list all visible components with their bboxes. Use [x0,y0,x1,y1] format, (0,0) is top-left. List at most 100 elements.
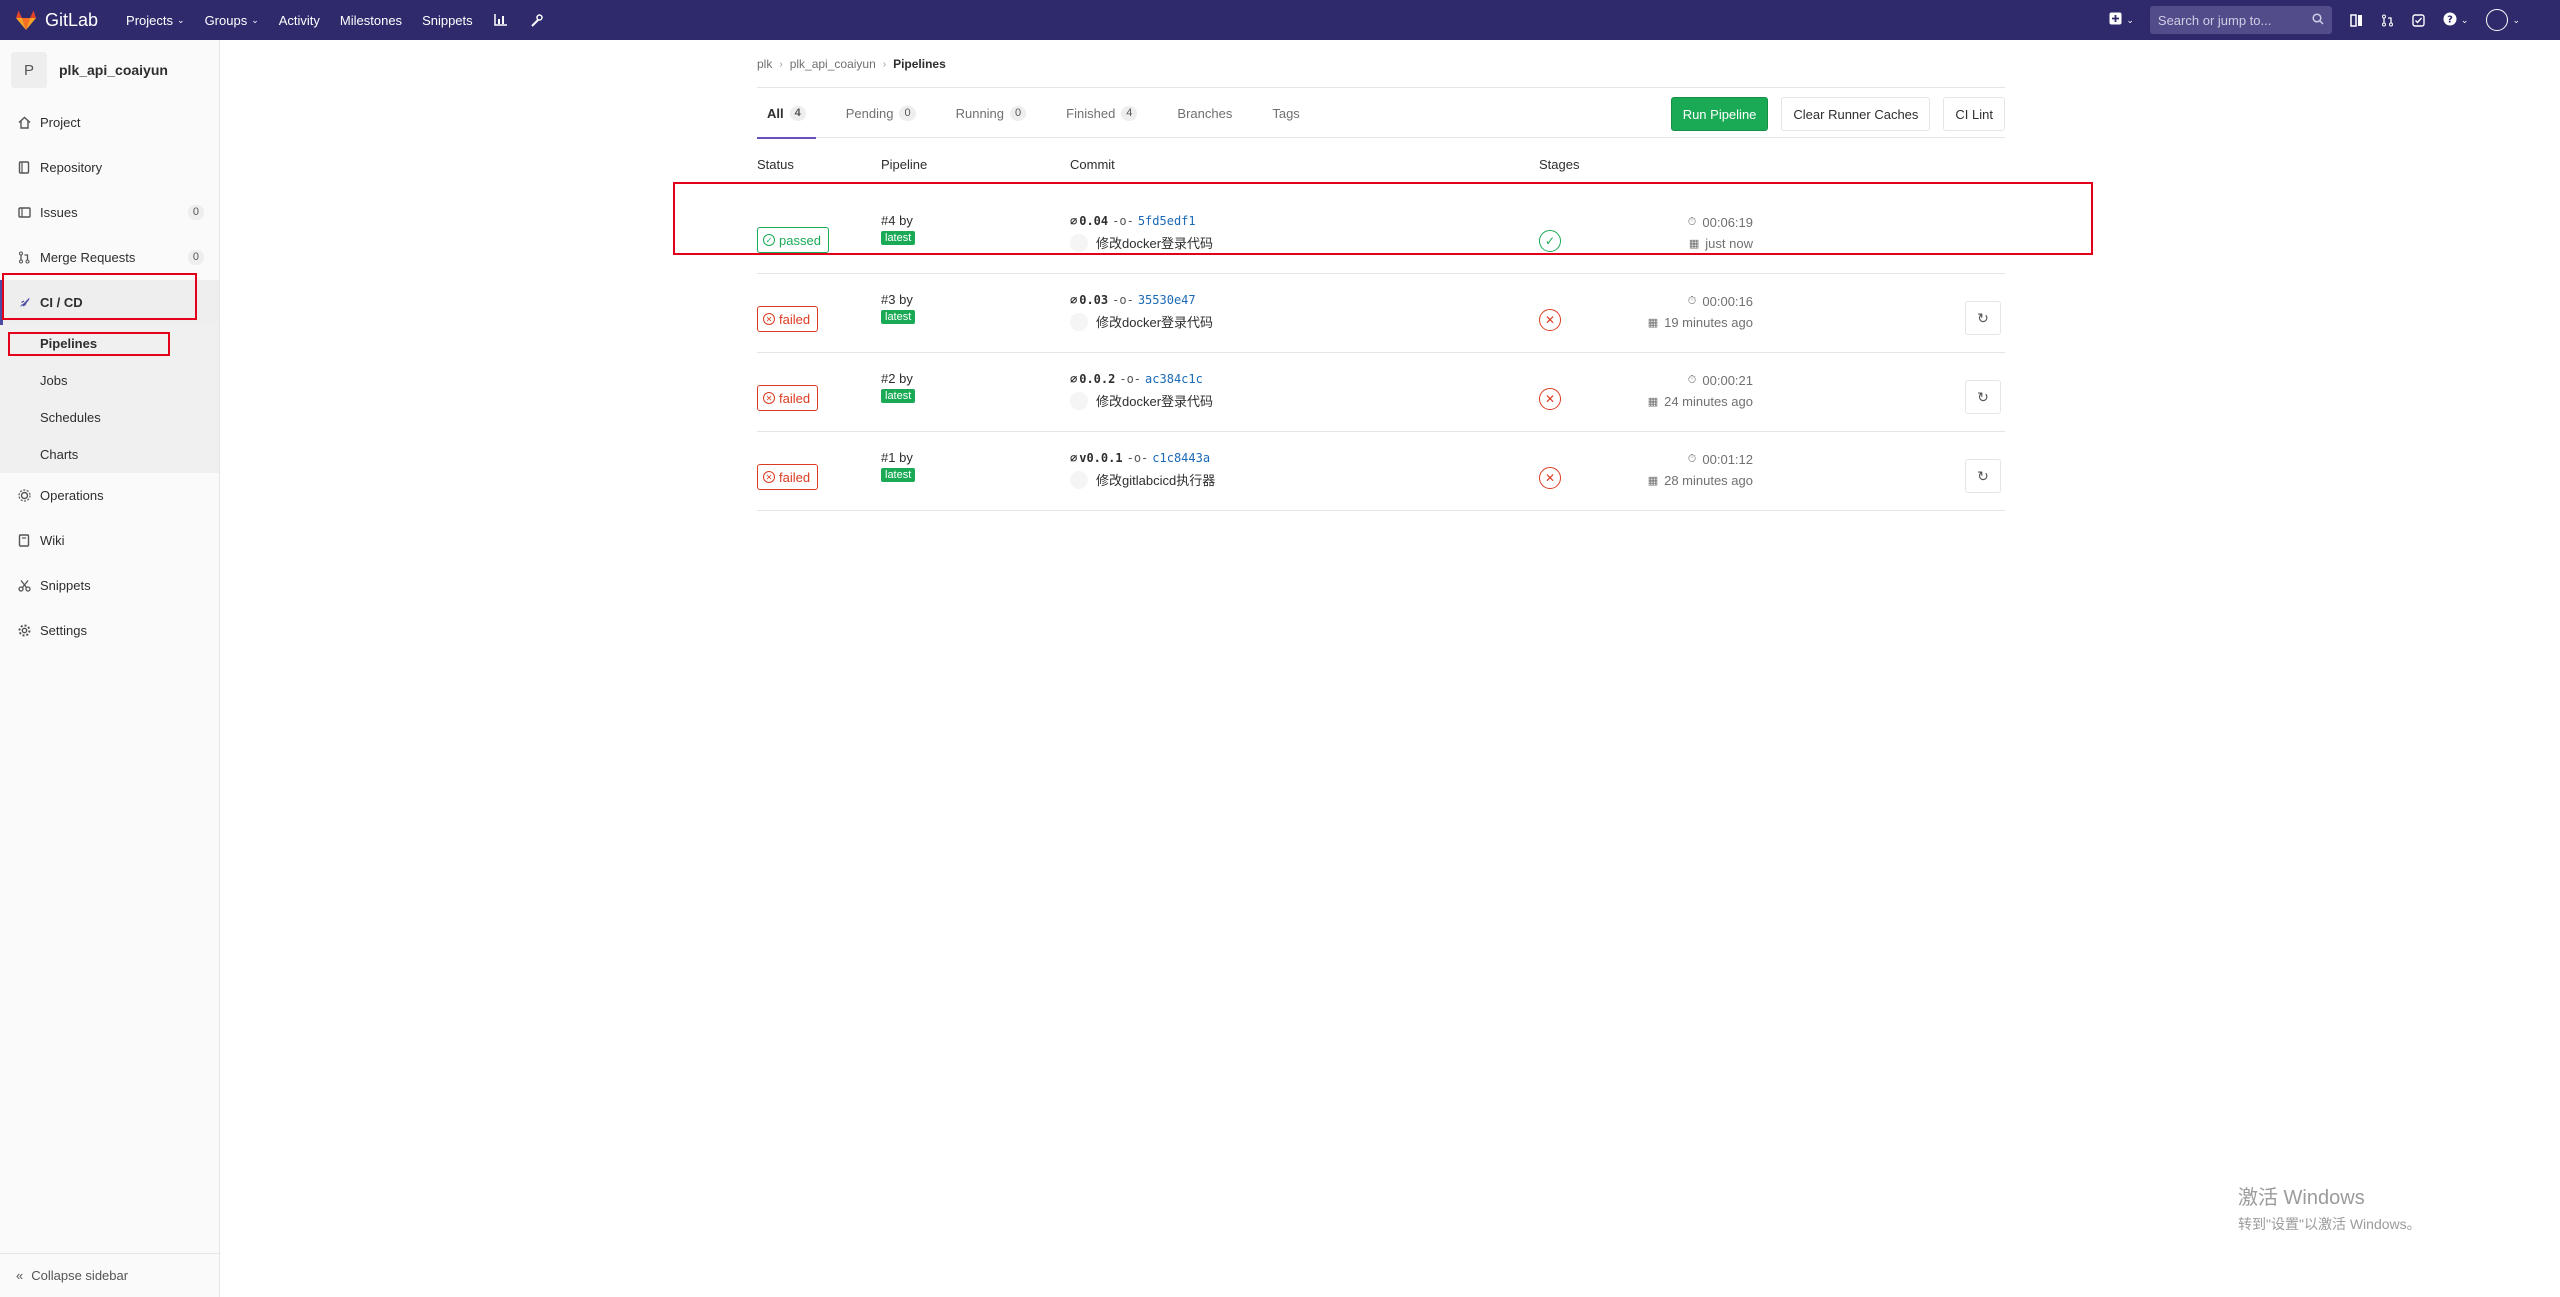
ref-name[interactable]: 0.04 [1079,214,1108,228]
nav-projects[interactable]: Projects ⌄ [126,13,185,28]
commit-sha[interactable]: c1c8443a [1152,451,1210,465]
issues-nav-icon[interactable] [2350,13,2363,27]
windows-activation-watermark: 激活 Windows 转到"设置"以激活 Windows。 [2238,1181,2421,1234]
nav-groups[interactable]: Groups ⌄ [205,13,259,28]
project-name: plk_api_coaiyun [59,62,168,78]
main-content: plk › plk_api_coaiyun › Pipelines All 4 P… [221,40,2560,1297]
tab-pending[interactable]: Pending 0 [836,88,926,138]
sidebar-item-settings[interactable]: Settings [0,608,219,653]
table-row: ✕ failed #1 by latest ⌀ v0.0.1 -o- c1c844… [757,432,2005,511]
ci-lint-button[interactable]: CI Lint [1943,97,2005,131]
chevron-down-icon: ⌄ [2126,14,2134,25]
stage-status-icon[interactable]: ✓ [1539,230,1561,252]
tab-running[interactable]: Running 0 [946,88,1037,138]
sidebar-subitem-jobs[interactable]: Jobs [0,362,219,399]
tab-count-badge: 0 [899,105,916,121]
search-input[interactable]: Search or jump to... [2149,6,2332,34]
latest-badge: latest [881,310,916,324]
pipeline-id[interactable]: #2 by [881,371,913,386]
tab-tags[interactable]: Tags [1262,88,1309,138]
commit-sha[interactable]: 5fd5edf1 [1138,214,1196,228]
project-sidebar: P plk_api_coaiyun Project Repository Iss… [0,40,220,1297]
commit-title[interactable]: 修改docker登录代码 [1096,312,1213,331]
sidebar-item-label: Merge Requests [40,250,136,265]
commit-title[interactable]: 修改docker登录代码 [1096,233,1213,252]
sidebar-item-wiki[interactable]: Wiki [0,518,219,563]
commit-title[interactable]: 修改gitlabcicd执行器 [1096,470,1215,489]
sidebar-subitem-charts[interactable]: Charts [0,436,219,473]
status-badge[interactable]: ✓ passed [757,227,829,253]
chart-icon[interactable] [493,12,509,28]
sidebar-item-project[interactable]: Project [0,100,219,145]
status-badge[interactable]: ✕ failed [757,464,819,490]
wrench-icon[interactable] [529,12,545,28]
sidebar-item-operations[interactable]: Operations [0,473,219,518]
collapse-sidebar-button[interactable]: « Collapse sidebar [0,1253,220,1297]
pipeline-id[interactable]: #3 by [881,292,913,307]
breadcrumb-group[interactable]: plk [757,57,772,71]
issues-count-badge: 0 [187,205,204,220]
tab-label: Finished [1066,105,1116,121]
merge-requests-nav-icon[interactable] [2381,14,2394,27]
retry-button[interactable]: ↻ [1965,459,2001,493]
status-badge[interactable]: ✕ failed [757,306,819,332]
duration: ⏱ 00:01:12 [1688,452,1753,467]
commit-sha[interactable]: 35530e47 [1138,293,1196,307]
question-circle-icon: ? [2443,12,2457,29]
table-row: ✓ passed #4 by latest ⌀ 0.04 -o- 5fd5edf1… [757,195,2005,274]
gitlab-logo[interactable]: GitLab [15,0,98,40]
table-row: ✕ failed #2 by latest ⌀ 0.0.2 -o- ac384c1… [757,353,2005,432]
calendar-icon: ▦ [1647,475,1659,487]
run-pipeline-button[interactable]: Run Pipeline [1670,97,1769,131]
status-badge[interactable]: ✕ failed [757,385,819,411]
breadcrumb-project[interactable]: plk_api_coaiyun [790,57,876,71]
retry-button[interactable]: ↻ [1965,380,2001,414]
stage-status-icon[interactable]: ✕ [1539,309,1561,331]
status-text: failed [779,311,811,327]
author-avatar[interactable] [1070,470,1088,489]
tab-branches[interactable]: Branches [1167,88,1242,138]
tab-all[interactable]: All 4 [757,88,816,139]
retry-icon: ↻ [1977,467,1989,484]
chevron-down-icon: ⌄ [177,14,185,25]
latest-badge: latest [881,389,916,403]
commit-title[interactable]: 修改docker登录代码 [1096,391,1213,410]
sidebar-subitem-schedules[interactable]: Schedules [0,399,219,436]
project-header[interactable]: P plk_api_coaiyun [0,40,219,100]
retry-button[interactable]: ↻ [1965,301,2001,335]
author-avatar[interactable] [1070,312,1088,331]
breadcrumb-current[interactable]: Pipelines [893,57,946,71]
nav-activity[interactable]: Activity [279,13,320,28]
commit-ref: ⌀ 0.0.2 -o- ac384c1c [1070,372,1203,386]
status-text: failed [779,390,811,406]
timer-icon: ⏱ [1687,453,1697,465]
new-item-dropdown[interactable]: ⌄ [2109,12,2134,28]
pipeline-id[interactable]: #1 by [881,450,913,465]
ref-name[interactable]: 0.0.2 [1079,372,1115,386]
pipeline-id[interactable]: #4 by [881,213,913,228]
nav-snippets[interactable]: Snippets [422,13,473,28]
nav-milestones[interactable]: Milestones [340,13,402,28]
ref-name[interactable]: v0.0.1 [1079,451,1122,465]
sidebar-item-snippets[interactable]: Snippets [0,563,219,608]
commit-message: 修改gitlabcicd执行器 [1070,470,1215,489]
clear-runner-caches-button[interactable]: Clear Runner Caches [1781,97,1931,131]
sidebar-item-issues[interactable]: Issues 0 [0,190,219,235]
stage-status-icon[interactable]: ✕ [1539,388,1561,410]
chevron-down-icon: ⌄ [2460,14,2469,25]
ref-name[interactable]: 0.03 [1079,293,1108,307]
author-avatar[interactable] [1070,233,1088,252]
duration: ⏱ 00:06:19 [1688,215,1753,230]
help-dropdown[interactable]: ? ⌄ [2443,12,2469,29]
sidebar-item-repository[interactable]: Repository [0,145,219,190]
finished-at: ▦ 24 minutes ago [1648,394,1753,409]
author-avatar[interactable] [1070,391,1088,410]
user-menu[interactable]: ⌄ [2486,9,2520,31]
todos-nav-icon[interactable] [2412,13,2425,27]
commit-icon: -o- [1126,451,1149,465]
commit-sha[interactable]: ac384c1c [1145,372,1203,386]
status-text: failed [779,469,811,485]
commit-message: 修改docker登录代码 [1070,312,1213,331]
stage-status-icon[interactable]: ✕ [1539,467,1561,489]
tab-finished[interactable]: Finished 4 [1056,88,1147,138]
